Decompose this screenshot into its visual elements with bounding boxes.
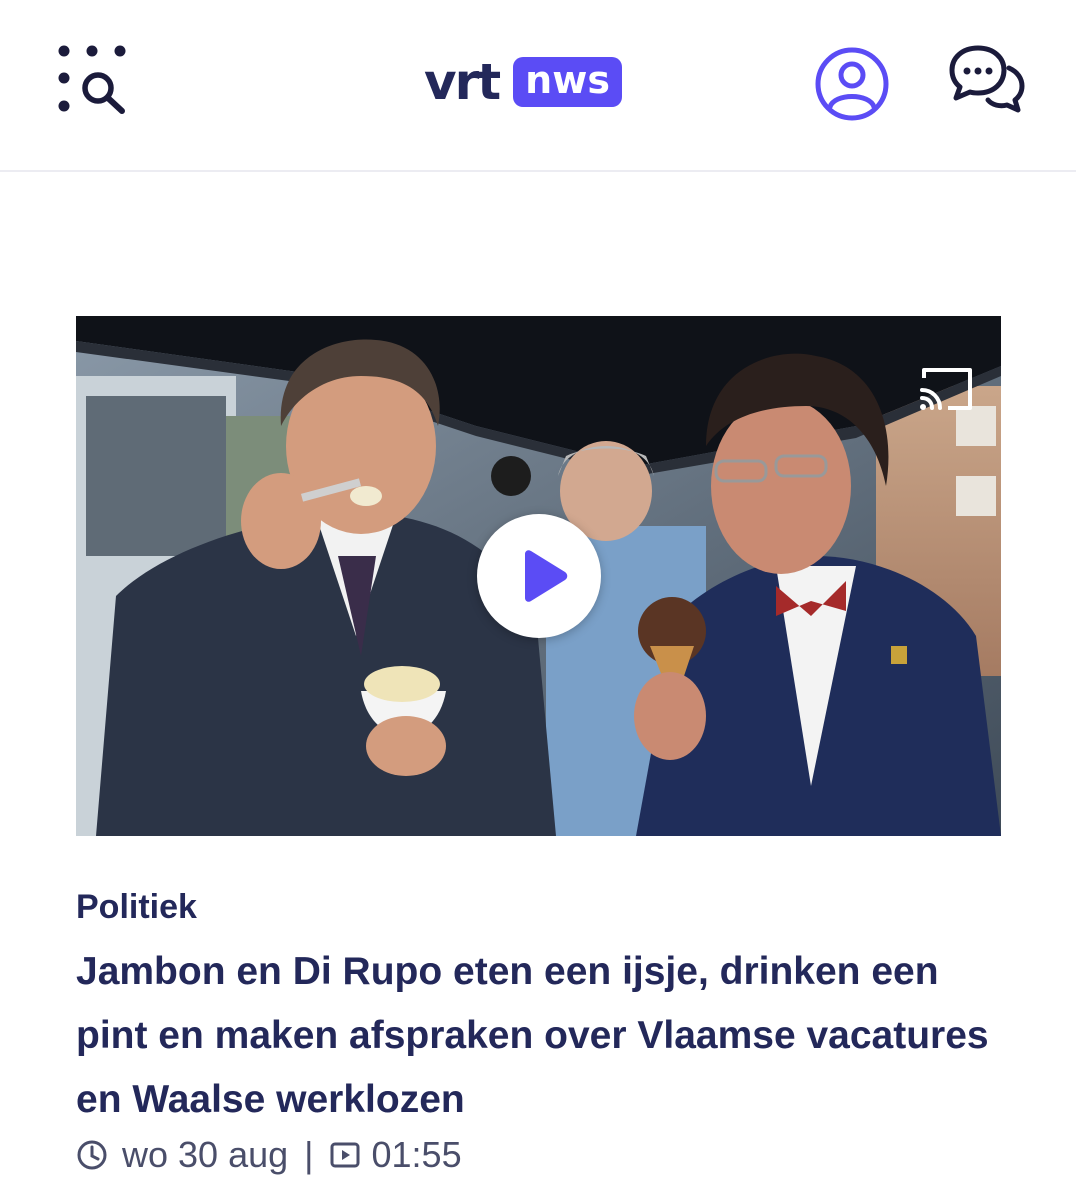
article-title[interactable]: Jambon en Di Rupo eten een ijsje, drinke… bbox=[76, 940, 1016, 1132]
chat-button[interactable] bbox=[948, 42, 1028, 118]
logo-nws-badge: nws bbox=[513, 57, 622, 107]
video-player[interactable] bbox=[76, 316, 1001, 836]
chat-icon bbox=[949, 45, 1025, 113]
play-icon bbox=[525, 550, 568, 602]
article-meta: wo 30 aug | 01:55 bbox=[76, 1132, 462, 1178]
video-duration: 01:55 bbox=[371, 1134, 462, 1175]
play-button[interactable] bbox=[477, 514, 601, 638]
profile-button[interactable] bbox=[814, 46, 890, 122]
cast-button[interactable] bbox=[918, 364, 976, 414]
menu-search-button[interactable] bbox=[52, 40, 132, 120]
meta-separator: | bbox=[304, 1134, 314, 1175]
logo-vrt-text: vrt bbox=[424, 53, 501, 111]
menu-search-icon bbox=[58, 45, 126, 114]
top-bar: vrt nws bbox=[0, 0, 1076, 172]
clock-icon bbox=[77, 1140, 107, 1170]
vrt-nws-logo[interactable]: vrt nws bbox=[424, 52, 622, 112]
video-icon bbox=[330, 1142, 359, 1168]
cast-icon bbox=[920, 368, 972, 410]
article-category[interactable]: Politiek bbox=[76, 888, 197, 927]
article-date: wo 30 aug bbox=[122, 1134, 289, 1175]
profile-icon bbox=[815, 47, 889, 121]
